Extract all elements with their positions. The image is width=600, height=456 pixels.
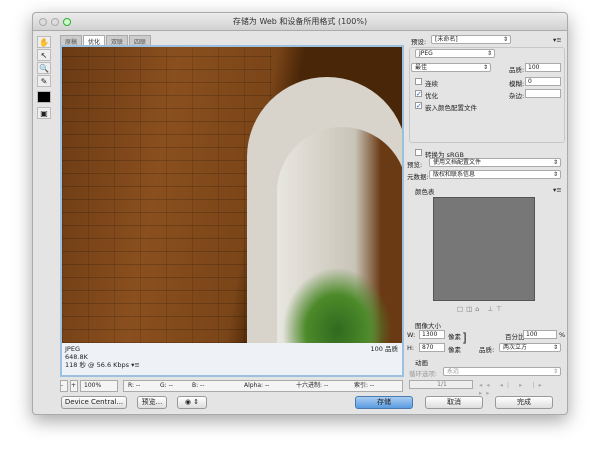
zoom-in-button[interactable]: + (70, 380, 78, 392)
minimize-button[interactable] (51, 18, 59, 26)
browser-select[interactable]: ◉ ⇕ (177, 396, 207, 409)
resample-select[interactable]: 两次立方 (499, 343, 561, 352)
zoom-button[interactable] (63, 18, 71, 26)
preview-image[interactable] (62, 47, 402, 343)
quality-input[interactable]: 100 (525, 63, 561, 72)
panel-menu-icon[interactable]: ▾≡ (553, 36, 562, 44)
eyedropper-color-swatch[interactable] (37, 91, 51, 103)
progressive-checkbox[interactable] (415, 78, 422, 85)
width-unit: 像素 (448, 333, 461, 341)
hand-tool-icon[interactable]: ✋ (37, 36, 51, 48)
save-for-web-dialog: 存储为 Web 和设备所用格式 (100%) ✋ ↖ 🔍 ✎ ▣ 原稿 优化 双… (32, 12, 568, 415)
browser-icon: ◉ ⇕ (184, 398, 200, 406)
close-button[interactable] (39, 18, 47, 26)
percent-unit: % (559, 331, 566, 339)
zoom-level-select[interactable]: 100% (80, 380, 118, 392)
title-bar: 存储为 Web 和设备所用格式 (100%) (33, 13, 567, 31)
g-value: G: -- (160, 382, 173, 389)
height-input[interactable]: 870 (419, 343, 445, 352)
progressive-label: 连续 (425, 80, 438, 88)
color-table (433, 197, 535, 301)
quality-label: 品质: (509, 66, 525, 74)
cancel-button[interactable]: 取消 (425, 396, 483, 409)
loop-select[interactable]: 永远 (443, 367, 561, 376)
embed-profile-checkbox[interactable]: ✓ (415, 102, 422, 110)
window-title: 存储为 Web 和设备所用格式 (100%) (232, 17, 368, 26)
pixel-info-bar: R: -- G: -- B: -- Alpha: -- 十六进制: -- 索引:… (123, 380, 403, 392)
zoom-out-button[interactable]: - (60, 380, 68, 392)
image-info: JPEG 648.8K 118 秒 @ 56.6 Kbps ▾≡ 100 品质 (62, 343, 402, 375)
color-table-tools-icons[interactable]: □◫⌂ ⊥⊤ (457, 305, 505, 313)
width-input[interactable]: 1300 (419, 330, 445, 339)
metadata-select[interactable]: 版权和联系信息 (429, 170, 561, 179)
toggle-slices-icon[interactable]: ▣ (37, 107, 51, 119)
hex-value: 十六进制: -- (296, 382, 329, 389)
alpha-value: Alpha: -- (244, 382, 270, 389)
device-central-button[interactable]: Device Central... (61, 396, 127, 409)
preset-label: 预设: (411, 38, 427, 46)
optimized-checkbox[interactable]: ✓ (415, 90, 422, 98)
resample-label: 品质: (479, 346, 495, 354)
frame-counter: 1/1 (409, 380, 473, 389)
optimized-label: 优化 (425, 92, 438, 100)
srgb-checkbox[interactable] (415, 149, 422, 156)
preview-profile-select[interactable]: 使用文档配置文件 (429, 158, 561, 167)
color-table-menu-icon[interactable]: ▾≡ (553, 186, 562, 194)
r-value: R: -- (128, 382, 141, 389)
done-button[interactable]: 完成 (495, 396, 553, 409)
height-label: H: (407, 344, 415, 352)
metadata-label: 元数据: (407, 173, 429, 181)
animation-controls-icons[interactable]: ◂◂ ◂| ▸ |▸ ▸▸ (479, 381, 565, 397)
format-text: JPEG (65, 345, 80, 353)
matte-label: 杂边: (509, 92, 525, 100)
save-button[interactable]: 存储 (355, 396, 413, 409)
animation-title: 动画 (415, 359, 428, 367)
b-value: B: -- (192, 382, 205, 389)
matte-select[interactable] (525, 89, 561, 98)
preset-select[interactable]: [未命名] (431, 35, 511, 44)
file-size-text: 648.8K (65, 353, 88, 361)
eyedropper-tool-icon[interactable]: ✎ (37, 75, 51, 87)
preview-label: 预览: (407, 161, 423, 169)
quality-text: 100 品质 (370, 345, 398, 353)
zoom-tool-icon[interactable]: 🔍 (37, 62, 51, 74)
index-value: 索引: -- (354, 382, 375, 389)
slice-select-tool-icon[interactable]: ↖ (37, 49, 51, 61)
loop-label: 循环选项: (409, 370, 438, 378)
percent-input[interactable]: 100 (523, 330, 557, 339)
width-label: W: (407, 331, 416, 339)
format-select[interactable]: JPEG (415, 49, 495, 58)
blur-input[interactable]: 0 (525, 77, 561, 86)
height-unit: 像素 (448, 346, 461, 354)
image-size-title: 图像大小 (415, 322, 441, 330)
preview-button[interactable]: 预览... (137, 396, 167, 409)
constrain-proportions-icon[interactable]: ] (462, 331, 467, 345)
quality-preset-select[interactable]: 最佳 (411, 63, 491, 72)
color-table-title: 颜色表 (415, 188, 435, 196)
blur-label: 模糊: (509, 80, 525, 88)
download-time-text: 118 秒 @ 56.6 Kbps (65, 361, 130, 369)
image-preview-pane: JPEG 648.8K 118 秒 @ 56.6 Kbps ▾≡ 100 品质 (60, 45, 404, 377)
download-menu-icon[interactable]: ▾≡ (131, 361, 140, 369)
embed-profile-label: 嵌入颜色配置文件 (425, 104, 477, 112)
